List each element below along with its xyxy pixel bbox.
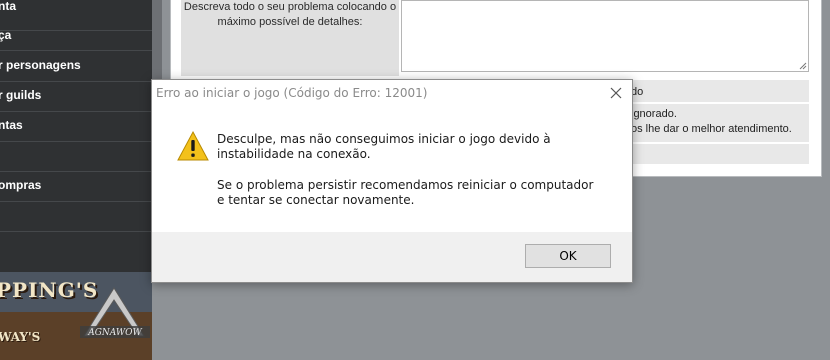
sidebar-item-label: ça	[0, 28, 12, 42]
sidebar-item-label: nta	[0, 0, 16, 13]
dialog-title: Erro ao iniciar o jogo (Código do Erro: …	[156, 86, 428, 100]
sidebar-item-label: r personagens	[0, 58, 81, 72]
description-label: Descreva todo o seu problema colocando o…	[181, 0, 399, 76]
sidebar-item-contas[interactable]: ntas	[0, 111, 152, 142]
banner-subtitle: WAY'S	[0, 330, 41, 344]
dialog-message: Desculpe, mas não conseguimos iniciar o …	[217, 132, 551, 161]
game-logo-icon: AGNAWOW	[80, 287, 150, 338]
sidebar: nta ça r personagens r guilds ntas ompra…	[0, 0, 152, 272]
sidebar-item-label: ompras	[0, 178, 42, 192]
form-row-text: os lhe dar o melhor atendimento.	[631, 123, 792, 135]
dialog-message-secondary: Se o problema persistir recomendamos rei…	[217, 178, 594, 207]
error-dialog: Erro ao iniciar o jogo (Código do Erro: …	[151, 79, 633, 283]
sidebar-item-label: ntas	[0, 118, 23, 132]
description-textarea[interactable]	[401, 0, 809, 72]
game-logo-text: AGNAWOW	[87, 328, 142, 338]
sidebar-item-empty[interactable]	[0, 141, 152, 172]
sidebar-item-seguranca[interactable]: ça	[0, 26, 152, 51]
ok-button[interactable]: OK	[525, 244, 611, 268]
sidebar-item-label: r guilds	[0, 88, 42, 102]
description-label-text: Descreva todo o seu problema colocando o…	[183, 1, 397, 28]
close-icon[interactable]	[606, 84, 626, 102]
sidebar-item-compras[interactable]: ompras	[0, 171, 152, 202]
form-row-text: ignorado.	[631, 108, 677, 120]
warning-icon	[177, 130, 209, 161]
dialog-footer: OK	[152, 232, 632, 282]
resize-grip-icon[interactable]	[799, 62, 807, 70]
sidebar-item-guilds[interactable]: r guilds	[0, 81, 152, 112]
sidebar-item-personagens[interactable]: r personagens	[0, 51, 152, 82]
sidebar-item-empty[interactable]	[0, 201, 152, 232]
promo-banner[interactable]: PPING'S WAY'S AGNAWOW	[0, 272, 152, 360]
